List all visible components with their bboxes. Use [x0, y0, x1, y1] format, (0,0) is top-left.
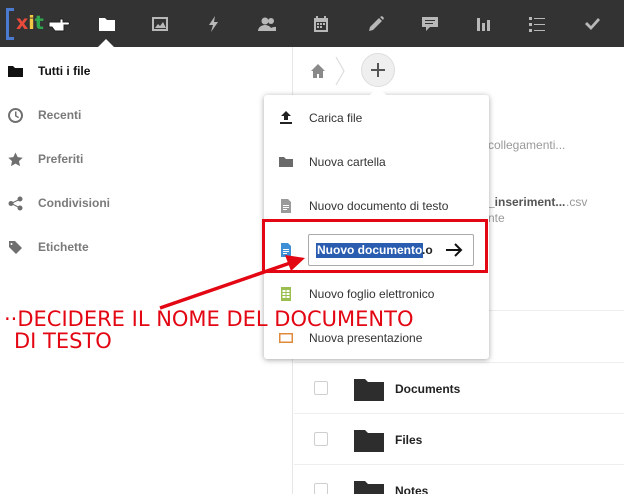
sidebar-item-label: Etichette [38, 240, 89, 254]
logo-text: xit [16, 12, 44, 34]
sidebar-item-label: Condivisioni [38, 196, 110, 210]
image-icon [152, 16, 168, 31]
sidebar-item-all-files[interactable]: Tutti i file [0, 49, 293, 93]
nav-chat-icon[interactable] [404, 0, 456, 47]
star-icon [8, 152, 23, 167]
nav-gallery-icon[interactable] [134, 0, 186, 47]
breadcrumb [294, 47, 624, 95]
sidebar-item-favorites[interactable]: Preferiti [0, 137, 293, 181]
tag-icon [8, 240, 23, 255]
annotation-instruction: ··DECIDERE IL NOME DEL DOCUMENTO DI TEST… [4, 308, 434, 352]
menu-caret [370, 87, 386, 95]
top-bar: xit [0, 0, 624, 47]
nav-notes-icon[interactable] [350, 0, 402, 47]
menu-item-label: Nuovo foglio elettronico [309, 287, 435, 301]
spreadsheet-icon [279, 287, 293, 301]
pencil-icon [369, 15, 384, 31]
nav-contacts-icon[interactable] [241, 0, 293, 47]
file-name[interactable]: Documents [395, 382, 460, 396]
checkmark-icon [585, 17, 600, 30]
highlight-box [262, 219, 488, 273]
file-name[interactable]: Notes [395, 484, 428, 494]
file-name-partial: _inseriment... [488, 195, 566, 209]
folder-icon [354, 377, 384, 401]
chat-icon [422, 16, 438, 31]
sidebar-item-label: Preferiti [38, 152, 84, 166]
breadcrumb-separator-icon [334, 55, 346, 87]
annotation-line-1: DECIDERE IL NOME DEL DOCUMENTO [17, 307, 414, 331]
sidebar-item-label: Recenti [38, 108, 82, 122]
row-checkbox[interactable] [314, 483, 328, 494]
menu-item-label: Carica file [309, 111, 363, 125]
table-row[interactable]: Notes [294, 464, 624, 494]
file-name-partial: collegamenti... [488, 138, 566, 152]
sidebar-item-tags[interactable]: Etichette [0, 225, 293, 269]
sidebar-item-shares[interactable]: Condivisioni [0, 181, 293, 225]
clock-icon [8, 108, 24, 123]
file-extension: .csv [566, 195, 588, 209]
activity-bolt-icon [209, 15, 218, 32]
row-checkbox[interactable] [314, 432, 328, 446]
menu-item-label: Nuova cartella [309, 155, 386, 169]
home-icon[interactable] [310, 63, 326, 79]
pointing-hand-icon [48, 18, 70, 32]
sidebar-item-label: Tutti i file [38, 64, 91, 78]
folder-icon [8, 64, 23, 79]
nav-stats-icon[interactable] [458, 0, 510, 47]
upload-icon [279, 111, 293, 125]
text-file-icon [279, 199, 293, 213]
contacts-icon [258, 17, 276, 31]
table-row[interactable]: Files [294, 413, 624, 464]
menu-item-label: Nuovo documento di testo [309, 199, 449, 213]
nav-tasks-icon[interactable] [566, 0, 618, 47]
nav-activity-icon[interactable] [188, 0, 240, 47]
file-name[interactable]: Files [395, 433, 422, 447]
folder-icon [99, 17, 115, 31]
app-logo[interactable]: xit [4, 6, 70, 42]
annotation-line-2: DI TESTO [14, 329, 112, 353]
bar-chart-icon [477, 17, 490, 31]
nav-list-icon[interactable] [511, 0, 563, 47]
annotation-dots: ·· [4, 307, 18, 331]
sidebar-item-recent[interactable]: Recenti [0, 93, 293, 137]
new-item-button[interactable] [361, 53, 395, 87]
menu-item-upload[interactable]: Carica file [264, 96, 489, 140]
plus-icon [371, 63, 385, 77]
calendar-icon [314, 15, 328, 32]
menu-item-new-folder[interactable]: Nuova cartella [264, 140, 489, 184]
logo-bracket [6, 8, 14, 40]
list-icon [529, 16, 545, 32]
nav-active-caret [98, 39, 114, 47]
folder-icon [279, 155, 293, 169]
folder-icon [354, 479, 384, 494]
table-row[interactable]: Documents [294, 362, 624, 413]
folder-icon [354, 428, 384, 452]
share-icon [8, 196, 23, 211]
row-checkbox[interactable] [314, 381, 328, 395]
file-name-partial: nte [488, 211, 505, 225]
nav-calendar-icon[interactable] [295, 0, 347, 47]
sidebar: Tutti i file Recenti Preferiti Condivisi… [0, 47, 293, 494]
